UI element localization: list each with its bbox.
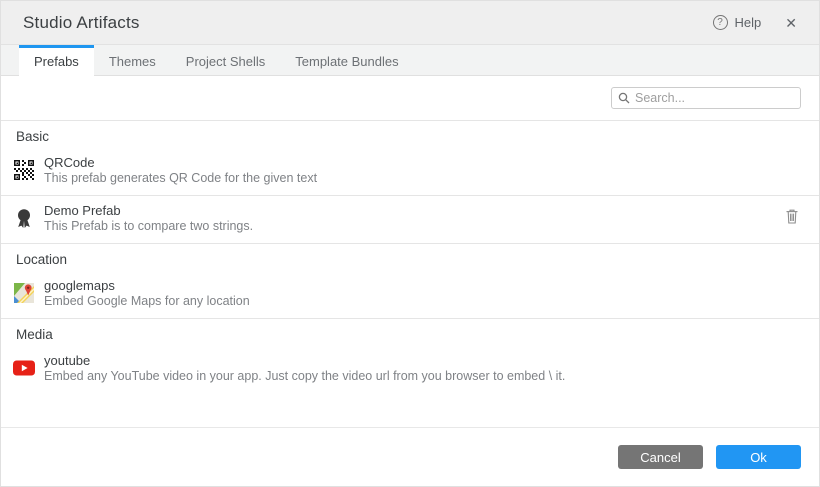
item-text: Demo Prefab This Prefab is to compare tw… bbox=[44, 203, 253, 233]
section-location: Location googlemaps Embed Google Maps fo… bbox=[1, 243, 819, 318]
item-title: Demo Prefab bbox=[44, 203, 121, 218]
item-description: Embed Google Maps for any location bbox=[44, 294, 250, 308]
search-input[interactable] bbox=[635, 91, 796, 105]
youtube-icon bbox=[13, 359, 35, 377]
help-label: Help bbox=[734, 15, 762, 30]
googlemaps-icon bbox=[13, 283, 35, 303]
ribbon-icon bbox=[13, 208, 35, 228]
list-item-youtube[interactable]: youtube Embed any YouTube video in your … bbox=[1, 346, 819, 393]
item-title: googlemaps bbox=[44, 278, 115, 293]
section-title: Media bbox=[16, 327, 53, 342]
dialog-footer: Cancel Ok bbox=[1, 427, 819, 486]
close-icon[interactable]: ✕ bbox=[785, 16, 797, 30]
tab-content: Basic bbox=[1, 76, 819, 429]
studio-artifacts-dialog: Studio Artifacts ? Help ✕ Prefabs Themes… bbox=[0, 0, 820, 487]
item-text: googlemaps Embed Google Maps for any loc… bbox=[44, 278, 250, 308]
section-media: Media youtube Embed any YouTube video in… bbox=[1, 318, 819, 393]
item-title: youtube bbox=[44, 353, 91, 368]
section-title: Basic bbox=[16, 129, 50, 144]
qrcode-icon bbox=[13, 160, 35, 180]
tab-project-shells[interactable]: Project Shells bbox=[171, 45, 280, 75]
tab-bar: Prefabs Themes Project Shells Template B… bbox=[1, 45, 819, 76]
trash-icon bbox=[785, 209, 799, 227]
item-actions bbox=[783, 207, 801, 229]
list-item-demo-prefab[interactable]: Demo Prefab This Prefab is to compare tw… bbox=[1, 195, 819, 243]
search-box bbox=[611, 87, 801, 109]
item-description: This prefab generates QR Code for the gi… bbox=[44, 171, 318, 185]
item-title: QRCode bbox=[44, 155, 95, 170]
list-item-qrcode[interactable]: QRCode This prefab generates QR Code for… bbox=[1, 148, 819, 195]
item-description: Embed any YouTube video in your app. Jus… bbox=[44, 369, 566, 383]
search-row bbox=[1, 76, 819, 120]
cancel-button[interactable]: Cancel bbox=[618, 445, 703, 469]
page-title: Studio Artifacts bbox=[23, 12, 140, 32]
delete-button[interactable] bbox=[783, 207, 801, 229]
section-title: Location bbox=[16, 252, 68, 267]
header-actions: ? Help ✕ bbox=[712, 15, 797, 30]
tab-template-bundles[interactable]: Template Bundles bbox=[280, 45, 413, 75]
tab-themes[interactable]: Themes bbox=[94, 45, 171, 75]
item-text: youtube Embed any YouTube video in your … bbox=[44, 353, 565, 383]
tab-prefabs[interactable]: Prefabs bbox=[19, 45, 94, 76]
list-item-googlemaps[interactable]: googlemaps Embed Google Maps for any loc… bbox=[1, 271, 819, 318]
help-button[interactable]: ? Help bbox=[712, 15, 762, 30]
ok-button[interactable]: Ok bbox=[716, 445, 801, 469]
section-basic: Basic QRCode This prefab generates QR Co… bbox=[1, 120, 819, 243]
dialog-header: Studio Artifacts ? Help ✕ bbox=[1, 1, 819, 45]
help-icon: ? bbox=[712, 15, 728, 30]
item-text: QRCode This prefab generates QR Code for… bbox=[44, 155, 317, 185]
item-description: This Prefab is to compare two strings. bbox=[44, 219, 254, 233]
search-icon bbox=[618, 92, 630, 104]
